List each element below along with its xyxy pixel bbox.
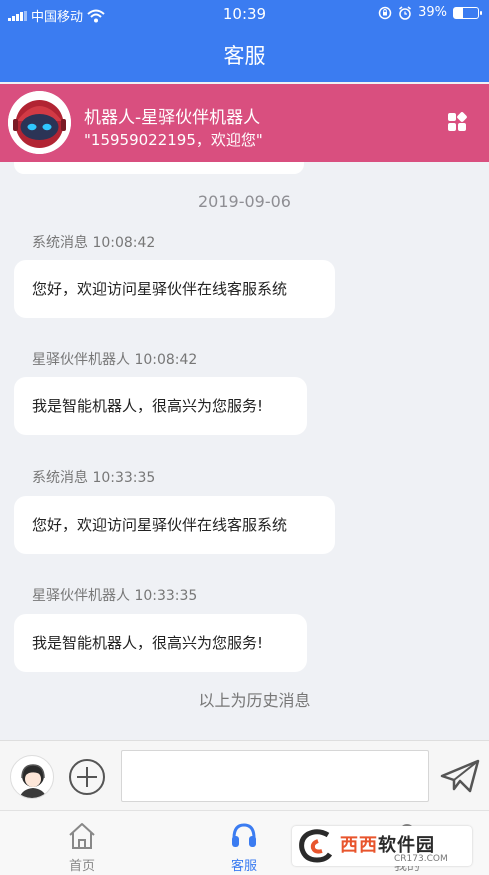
status-right: 39% <box>378 5 482 20</box>
message-bubble[interactable]: 我是智能机器人，很高兴为您服务! <box>14 614 307 672</box>
send-button[interactable] <box>440 759 480 793</box>
clipped-message-bubble <box>14 162 304 174</box>
message-sender: 星驿伙伴机器人 10:33:35 <box>32 588 198 604</box>
chat-date: 2019-09-06 <box>198 192 291 211</box>
history-divider: 以上为历史消息 <box>198 691 311 710</box>
watermark-logo: 西西软件园 CR173.COM <box>292 826 472 866</box>
message-sender: 系统消息 10:08:42 <box>32 235 156 251</box>
status-bar: 中国移动 10:39 39% <box>0 0 489 30</box>
message-input[interactable] <box>121 750 429 802</box>
tab-home-label: 首页 <box>68 859 95 874</box>
message-sender: 系统消息 10:33:35 <box>32 470 156 486</box>
rotation-lock-icon <box>378 6 392 19</box>
page-title: 客服 <box>223 44 266 68</box>
message-bubble[interactable]: 您好，欢迎访问星驿伙伴在线客服系统 <box>14 260 335 318</box>
watermark-url: CR173.COM <box>394 854 448 864</box>
bot-info-bar: 机器人-星驿伙伴机器人 "15959022195，欢迎您" <box>0 84 489 162</box>
agent-avatar-button[interactable] <box>10 755 54 799</box>
battery-icon <box>453 6 482 19</box>
watermark-mark-icon <box>299 829 333 863</box>
tab-home[interactable]: 首页 <box>32 811 132 875</box>
chat-area[interactable]: 2019-09-06 系统消息 10:08:42 您好，欢迎访问星驿伙伴在线客服… <box>0 162 489 740</box>
message-sender: 星驿伙伴机器人 10:08:42 <box>32 352 198 368</box>
robot-avatar <box>8 91 71 154</box>
tab-customer-service-label: 客服 <box>230 859 257 874</box>
watermark-brand-main: 西西 <box>340 835 378 856</box>
message-input-bar <box>0 740 489 810</box>
message-bubble[interactable]: 我是智能机器人，很高兴为您服务! <box>14 377 307 435</box>
battery-percent: 39% <box>418 5 447 20</box>
apps-grid-icon[interactable] <box>447 112 467 132</box>
bot-name: 机器人-星驿伙伴机器人 <box>84 108 261 128</box>
home-icon <box>69 823 95 849</box>
top-bar: 中国移动 10:39 39% 客服 <box>0 0 489 82</box>
alarm-icon <box>399 5 412 20</box>
watermark-brand-soft: 软件园 <box>378 835 435 856</box>
add-attachment-button[interactable] <box>68 758 106 796</box>
customer-service-icon <box>19 764 47 798</box>
headset-icon <box>232 823 256 847</box>
message-bubble[interactable]: 您好，欢迎访问星驿伙伴在线客服系统 <box>14 496 335 554</box>
robot-icon <box>8 91 71 154</box>
bot-greeting: "15959022195，欢迎您" <box>84 131 263 149</box>
tab-customer-service[interactable]: 客服 <box>194 811 294 875</box>
